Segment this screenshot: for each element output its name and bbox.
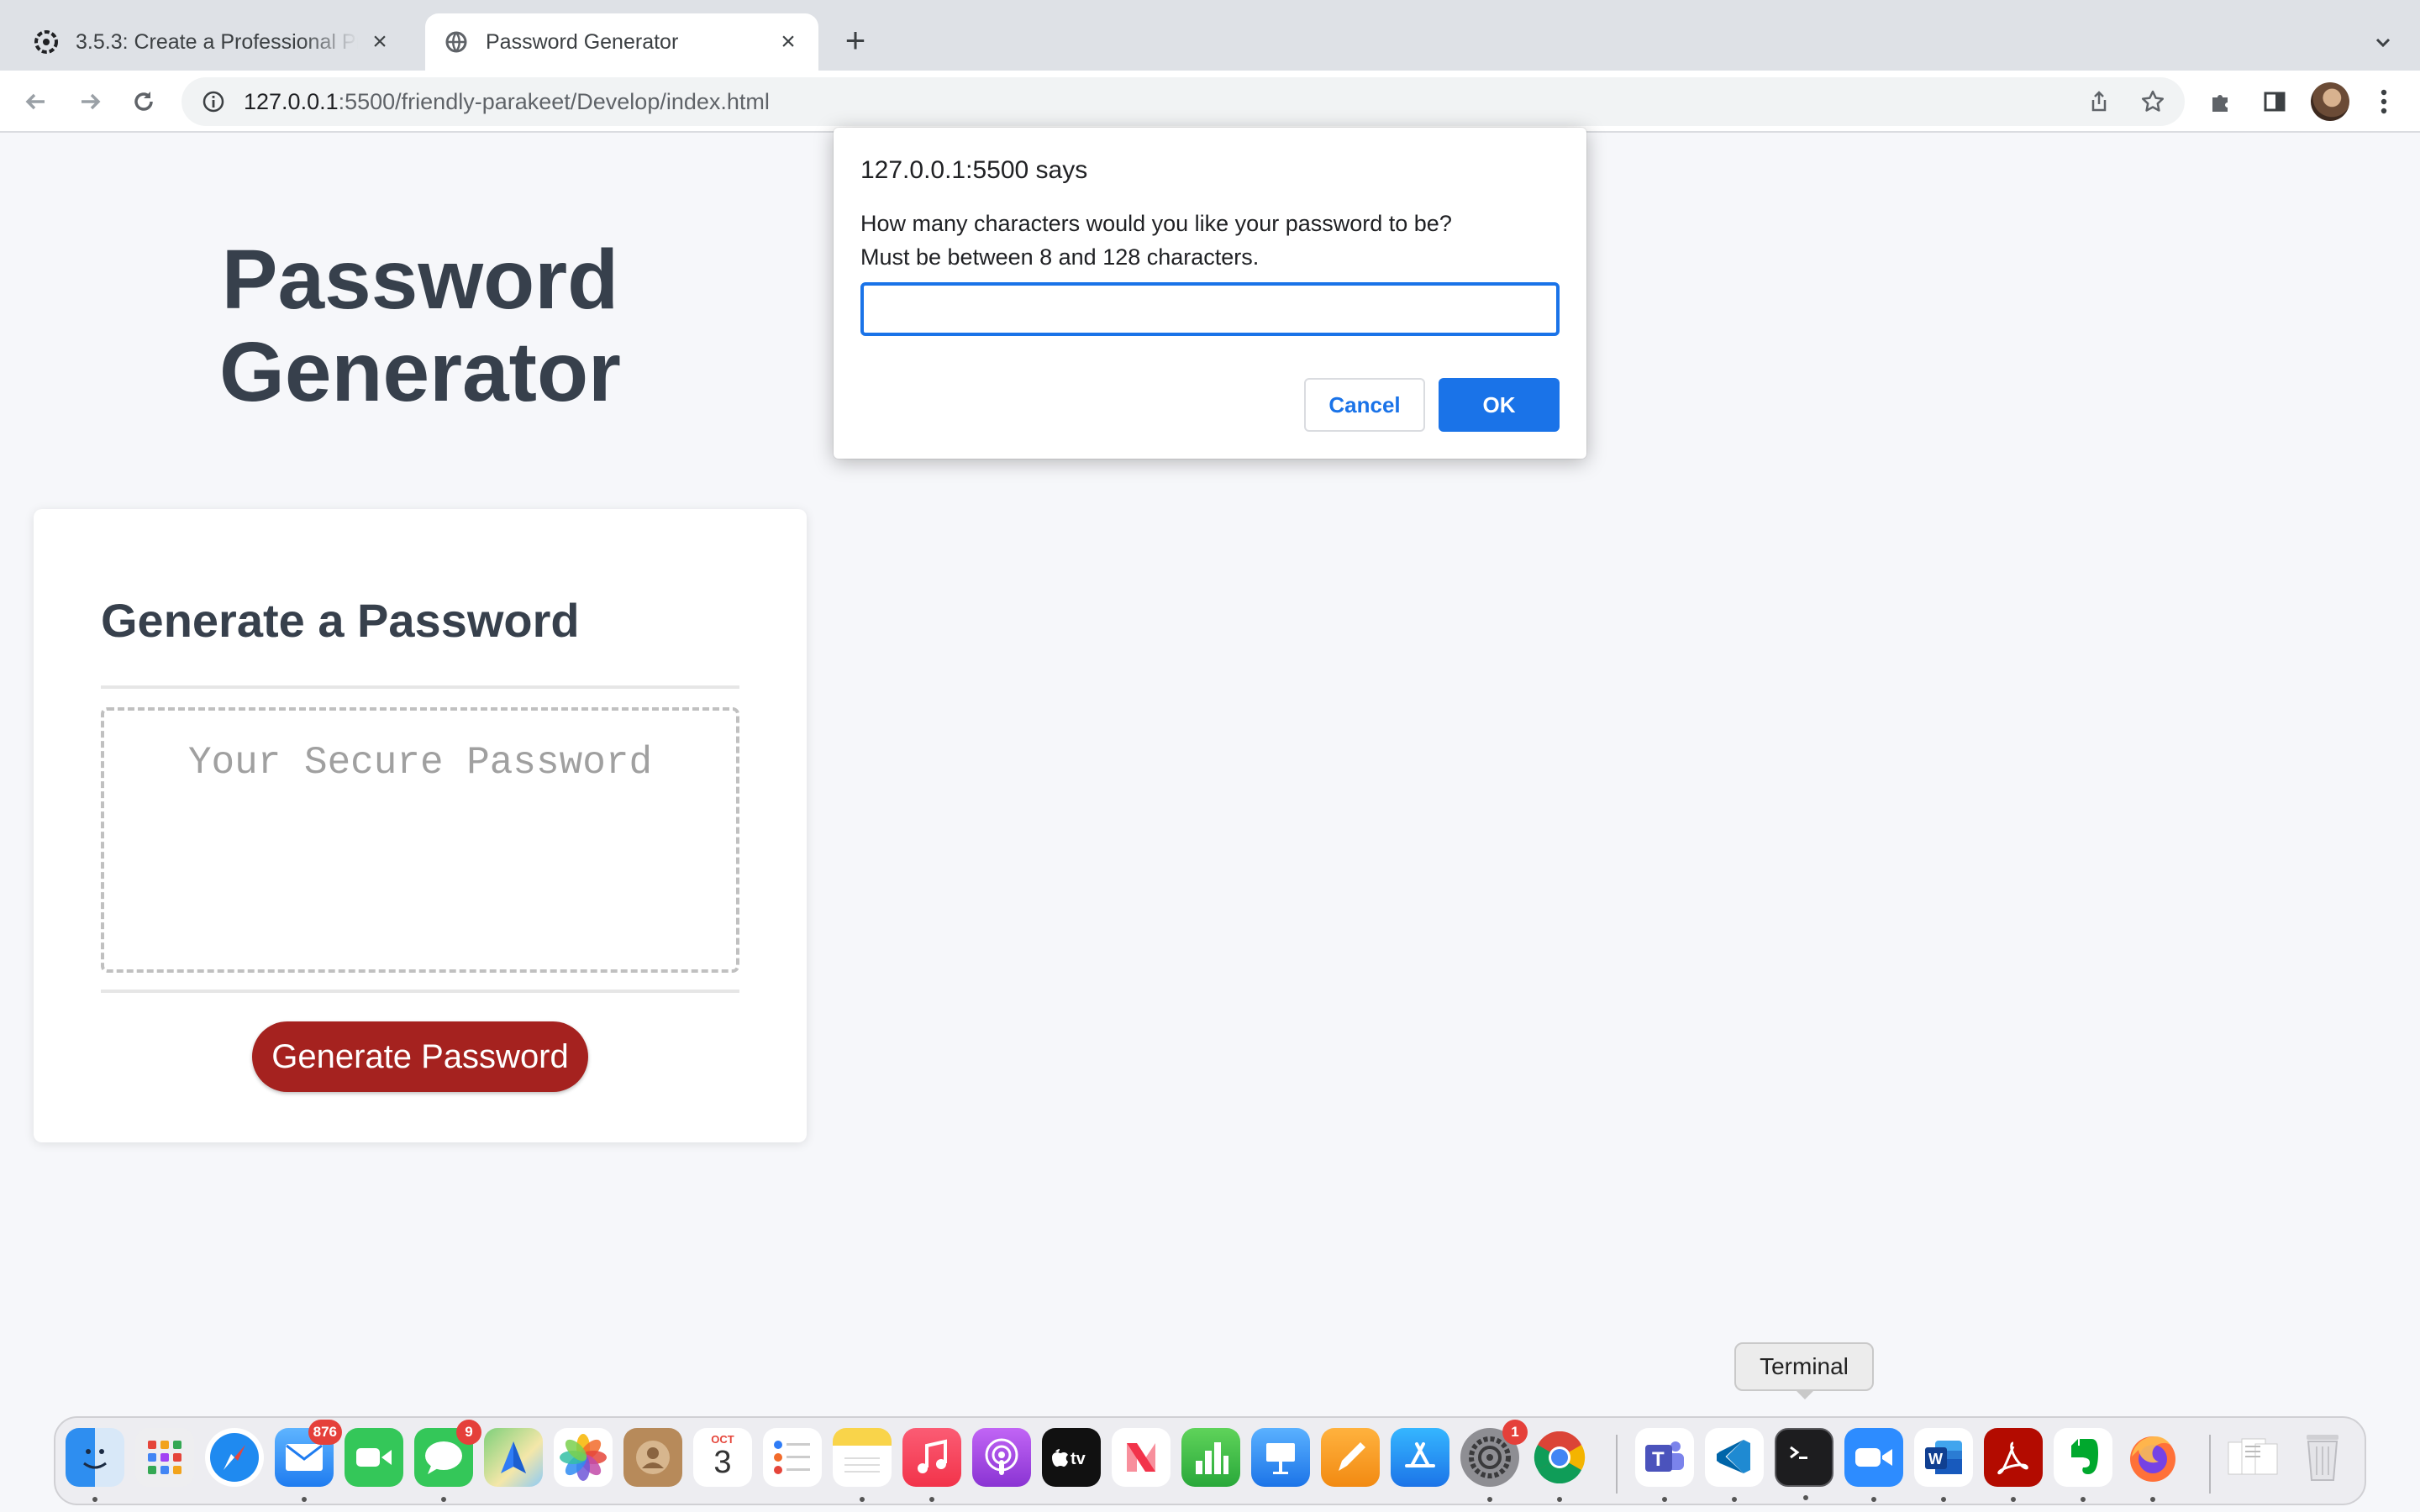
canvas-logo-icon	[34, 29, 59, 55]
site-info-icon[interactable]	[195, 83, 232, 120]
more-menu-icon[interactable]	[2365, 82, 2403, 121]
photos-icon[interactable]	[554, 1428, 613, 1487]
evernote-icon[interactable]	[2054, 1428, 2112, 1502]
launchpad-icon[interactable]	[135, 1428, 194, 1487]
tab-search-chevron-icon[interactable]	[2366, 25, 2400, 59]
reminders-icon[interactable]	[763, 1428, 822, 1487]
password-card: Generate a Password Your Secure Password…	[34, 509, 807, 1142]
facetime-icon[interactable]	[345, 1428, 403, 1487]
card-divider	[101, 990, 739, 993]
vscode-icon[interactable]	[1705, 1428, 1764, 1502]
profile-avatar[interactable]	[2311, 82, 2349, 121]
share-icon[interactable]	[2081, 83, 2118, 120]
back-arrow-icon[interactable]	[17, 82, 55, 121]
password-placeholder: Your Secure Password	[187, 741, 653, 785]
numbers-icon[interactable]	[1181, 1428, 1240, 1487]
close-tab-icon[interactable]: ×	[776, 28, 800, 55]
podcasts-icon[interactable]	[972, 1428, 1031, 1487]
generate-password-button[interactable]: Generate Password	[252, 1021, 588, 1092]
messages-badge: 9	[456, 1420, 481, 1445]
close-tab-icon[interactable]: ×	[368, 28, 392, 55]
chrome-icon[interactable]	[1530, 1428, 1589, 1502]
word-icon[interactable]: W	[1914, 1428, 1973, 1502]
prompt-dialog: 127.0.0.1:5500 says How many characters …	[834, 128, 1586, 459]
trash-icon[interactable]	[2293, 1428, 2352, 1487]
extensions-puzzle-icon[interactable]	[2202, 82, 2240, 121]
firefox-icon[interactable]	[2123, 1428, 2182, 1502]
apple-tv-icon[interactable]: tv	[1042, 1428, 1101, 1487]
calendar-icon[interactable]: OCT 3	[693, 1428, 752, 1487]
cancel-button[interactable]: Cancel	[1304, 378, 1425, 432]
mail-icon[interactable]: 876	[275, 1420, 342, 1502]
dock-separator	[1616, 1435, 1618, 1494]
zoom-icon[interactable]	[1844, 1428, 1903, 1502]
system-settings-badge: 1	[1502, 1420, 1528, 1445]
macos-dock: 876 9 OCT 3 tv 1 T W	[54, 1416, 2366, 1505]
teams-icon[interactable]: T	[1635, 1428, 1694, 1502]
notes-icon[interactable]	[833, 1428, 892, 1502]
tab-title: 3.5.3: Create a Professional Pr	[76, 29, 358, 54]
tooltip-arrow	[1795, 1389, 1815, 1399]
prompt-input[interactable]	[860, 282, 1560, 336]
messages-icon[interactable]: 9	[414, 1420, 481, 1502]
terminal-icon[interactable]	[1775, 1428, 1833, 1500]
card-heading: Generate a Password	[101, 594, 580, 647]
dock-separator	[2209, 1435, 2211, 1494]
svg-text:W: W	[1928, 1451, 1943, 1467]
new-tab-button[interactable]: +	[837, 20, 874, 60]
acrobat-icon[interactable]	[1984, 1428, 2043, 1502]
ok-button[interactable]: OK	[1439, 378, 1560, 432]
contacts-icon[interactable]	[623, 1428, 682, 1487]
app-store-icon[interactable]	[1391, 1428, 1449, 1487]
bookmark-star-icon[interactable]	[2134, 83, 2171, 120]
news-icon[interactable]	[1112, 1428, 1171, 1487]
dock-tooltip: Terminal	[1734, 1342, 1874, 1391]
globe-icon	[444, 29, 469, 55]
password-output[interactable]: Your Secure Password	[101, 707, 739, 973]
svg-text:T: T	[1652, 1448, 1665, 1471]
music-icon[interactable]	[902, 1428, 961, 1502]
finder-icon[interactable]	[66, 1428, 124, 1502]
card-divider	[101, 685, 739, 689]
tab-strip: 3.5.3: Create a Professional Pr × Passwo…	[0, 0, 2420, 71]
browser-toolbar: 127.0.0.1:5500/friendly-parakeet/Develop…	[0, 71, 2420, 133]
page-title: Password Generator	[219, 233, 621, 419]
calendar-day: 3	[713, 1445, 732, 1480]
dialog-title: 127.0.0.1:5500 says	[860, 156, 1088, 184]
calendar-month: OCT	[711, 1433, 734, 1446]
reload-icon[interactable]	[124, 82, 163, 121]
url-text: 127.0.0.1:5500/friendly-parakeet/Develop…	[244, 88, 770, 114]
keynote-icon[interactable]	[1251, 1428, 1310, 1487]
address-bar[interactable]: 127.0.0.1:5500/friendly-parakeet/Develop…	[182, 77, 2185, 126]
mail-badge: 876	[308, 1420, 342, 1445]
dialog-message: How many characters would you like your …	[860, 211, 1452, 270]
pages-icon[interactable]	[1321, 1428, 1380, 1487]
tab-password-generator[interactable]: Password Generator ×	[425, 13, 818, 71]
maps-icon[interactable]	[484, 1428, 543, 1487]
safari-icon[interactable]	[205, 1428, 264, 1487]
forward-arrow-icon[interactable]	[71, 82, 109, 121]
tab-title: Password Generator	[486, 29, 679, 54]
tab-canvas[interactable]: 3.5.3: Create a Professional Pr ×	[15, 13, 410, 71]
svg-text:tv: tv	[1071, 1450, 1086, 1468]
documents-stack-icon[interactable]	[2223, 1428, 2282, 1487]
side-panel-icon[interactable]	[2255, 82, 2294, 121]
system-settings-icon[interactable]: 1	[1460, 1420, 1528, 1502]
